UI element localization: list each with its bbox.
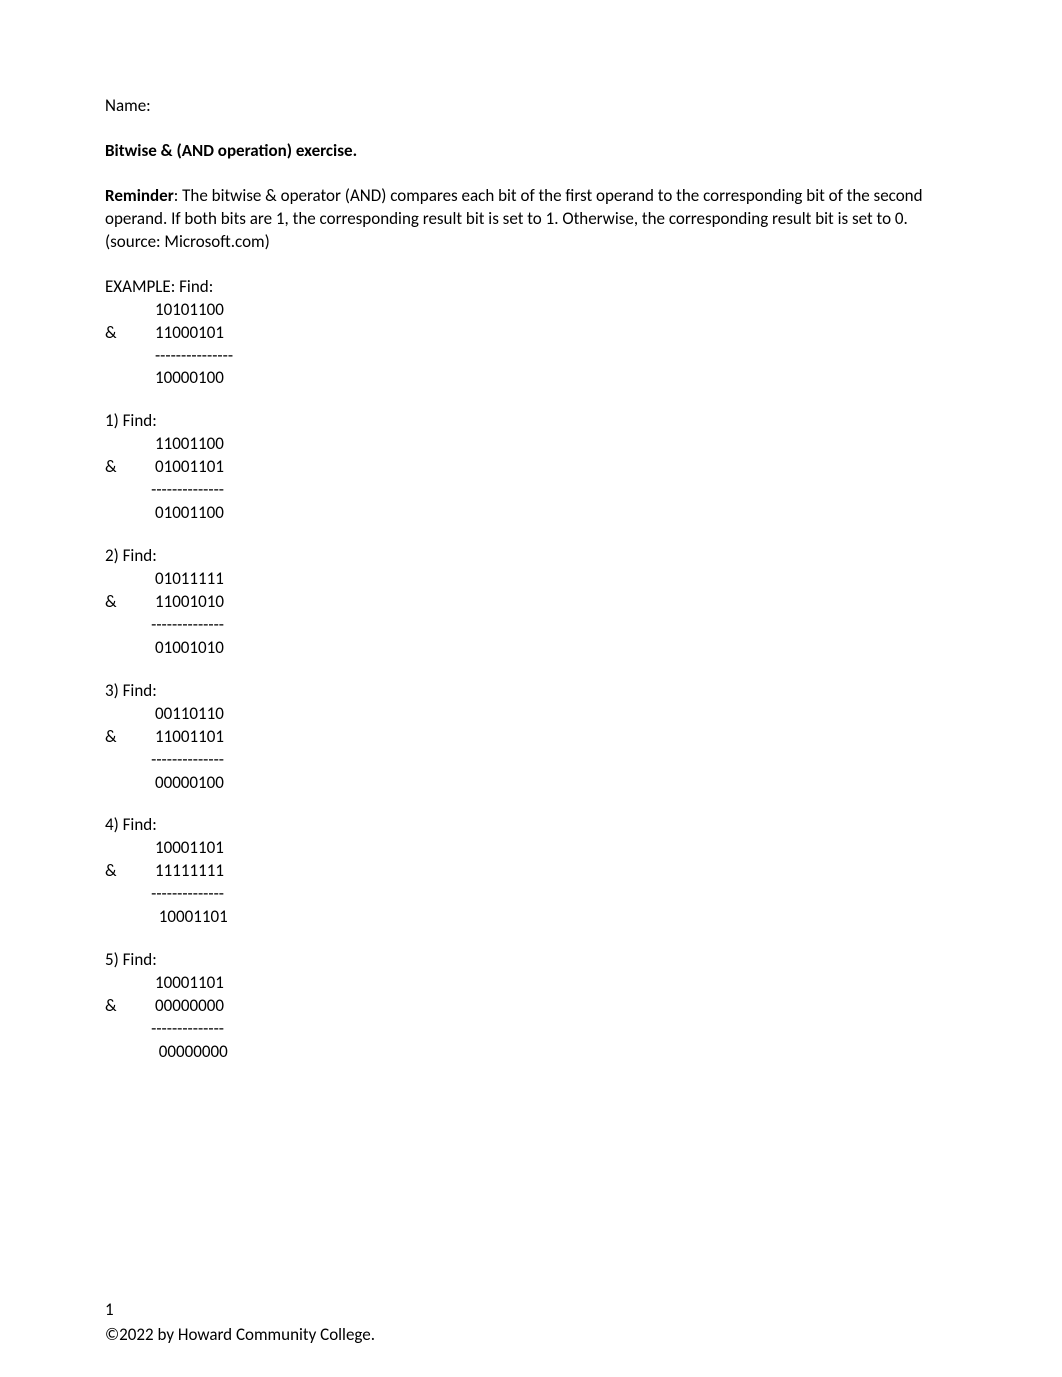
problem-5-header: 5) Find: [105,949,957,972]
problem-4-result: 10001101 [105,906,957,929]
problem-3-result: 00000100 [105,772,957,795]
example-separator: --------------- [105,345,957,368]
problem-5-result: 00000000 [105,1041,957,1064]
problem-4: 4) Find: 10001101 & 11111111 -----------… [105,814,957,929]
problem-2-operand1: 01011111 [105,568,957,591]
problem-1-header: 1) Find: [105,410,957,433]
problem-5-separator: -------------- [105,1018,957,1041]
copyright-text: ©2022 by Howard Community College. [105,1324,375,1347]
example-operand2: & 11000101 [105,322,957,345]
problem-2-operand2: & 11001010 [105,591,957,614]
problem-1-operand2: & 01001101 [105,456,957,479]
problem-3-separator: -------------- [105,749,957,772]
page-number: 1 [105,1299,375,1322]
problem-2: 2) Find: 01011111 & 11001010 -----------… [105,545,957,660]
example-header: EXAMPLE: Find: [105,276,957,299]
problem-4-operand1: 10001101 [105,837,957,860]
problem-3-operand2: & 11001101 [105,726,957,749]
problem-4-operand2: & 11111111 [105,860,957,883]
name-field-label: Name: [105,95,957,118]
problem-2-separator: -------------- [105,614,957,637]
reminder-label: Reminder [105,185,174,206]
problem-5: 5) Find: 10001101 & 00000000 -----------… [105,949,957,1064]
problem-5-operand2: & 00000000 [105,995,957,1018]
problem-4-separator: -------------- [105,883,957,906]
example-result: 10000100 [105,367,957,390]
problem-3-header: 3) Find: [105,680,957,703]
page-footer: 1 ©2022 by Howard Community College. [105,1299,375,1347]
reminder-paragraph: Reminder: The bitwise & operator (AND) c… [105,185,957,254]
problem-2-header: 2) Find: [105,545,957,568]
reminder-text: : The bitwise & operator (AND) compares … [105,185,923,252]
example-block: EXAMPLE: Find: 10101100 & 11000101 -----… [105,276,957,391]
example-operand1: 10101100 [105,299,957,322]
problem-3: 3) Find: 00110110 & 11001101 -----------… [105,680,957,795]
problem-1: 1) Find: 11001100 & 01001101 -----------… [105,410,957,525]
problem-5-operand1: 10001101 [105,972,957,995]
problem-2-result: 01001010 [105,637,957,660]
worksheet-title: Bitwise & (AND operation) exercise. [105,140,957,163]
problem-1-separator: -------------- [105,479,957,502]
problem-1-result: 01001100 [105,502,957,525]
problem-1-operand1: 11001100 [105,433,957,456]
problem-4-header: 4) Find: [105,814,957,837]
problem-3-operand1: 00110110 [105,703,957,726]
